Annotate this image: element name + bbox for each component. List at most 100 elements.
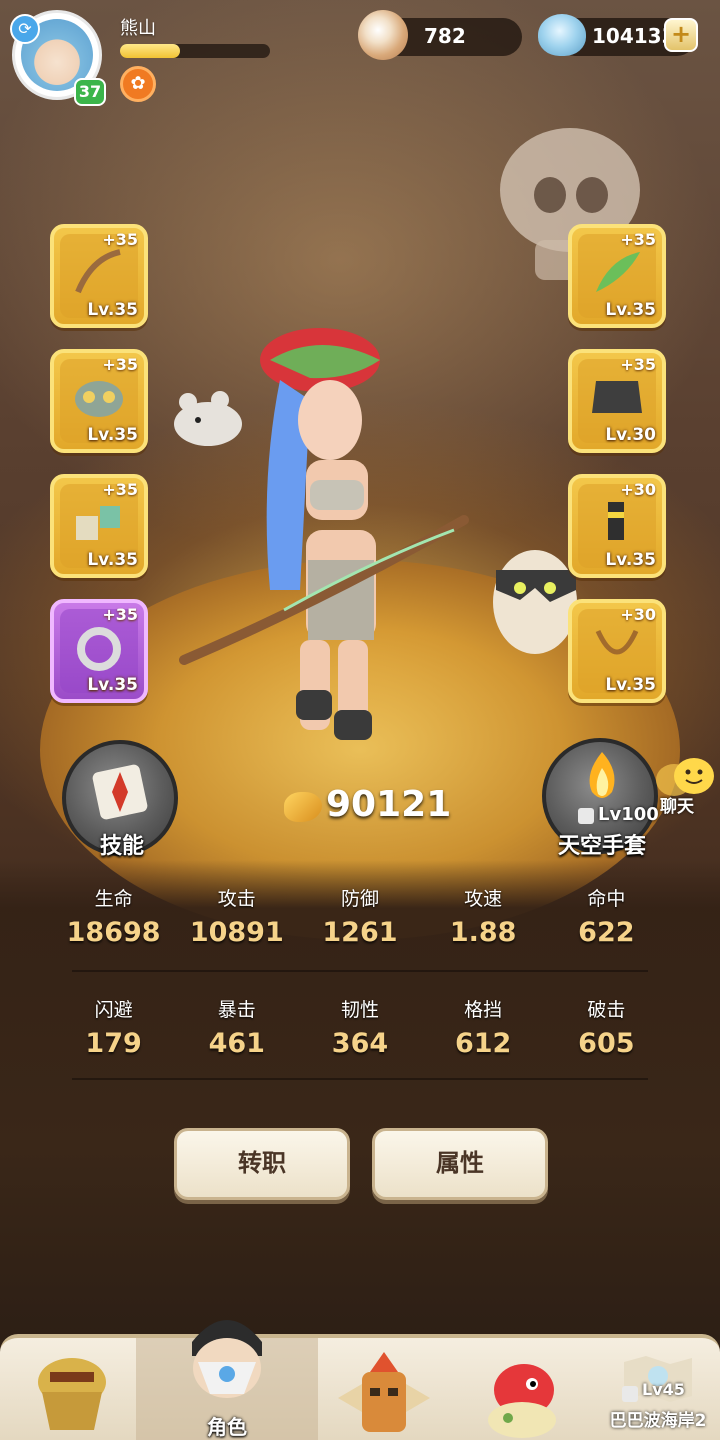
gem-icon [538,14,586,56]
stat-value: 1.88 [449,917,517,948]
nav-role-label: 角色 [207,1415,247,1439]
stat-value: 461 [208,1028,265,1059]
equip-slot-ring[interactable]: +35 Lv.35 [50,599,148,703]
region-name: 巴巴波海岸2 [609,1411,707,1431]
slot-plus: +35 [102,480,138,499]
ring-icon [77,627,121,671]
stat-value: 605 [578,1028,635,1059]
lock-icon [578,808,594,824]
stat-defense: 防御 1261 [298,884,421,948]
stat-name: 攻速 [464,888,503,910]
stat-name: 生命 [94,888,133,910]
xp-bar-fill [120,44,180,58]
tribe-chief-icon [38,1358,106,1430]
chat-button[interactable]: 聊天 [652,754,718,820]
refresh-icon: ⟳ [10,14,40,44]
player-name: 熊山 [120,18,156,39]
lock-icon [622,1386,638,1402]
stat-block: 格挡 612 [422,995,545,1059]
stat-value: 18698 [66,917,161,948]
stat-toughness: 韧性 364 [298,995,421,1059]
gloves-lock-level: Lv100 [598,804,659,825]
skirt-icon [592,381,642,413]
stat-name: 破击 [587,999,626,1021]
stat-name: 命中 [587,888,626,910]
stat-attack-speed: 攻速 1.88 [422,884,545,948]
region-lock-level: Lv45 [642,1380,685,1399]
stats-row-2: 闪避 179 暴击 461 韧性 364 格挡 612 破击 605 [52,995,668,1059]
stats-row-1: 生命 18698 攻击 10891 防御 1261 攻速 1.88 命中 622 [52,884,668,948]
stat-name: 闪避 [94,999,133,1021]
stat-name: 攻击 [217,888,256,910]
job-change-button[interactable]: 转职 [174,1128,350,1200]
slot-plus: +35 [102,230,138,249]
skill-icon [92,764,148,820]
bow-weapon [179,515,469,665]
nav-tab-tribe[interactable] [0,1338,144,1440]
stat-attack: 攻击 10891 [175,884,298,948]
stat-name: 暴击 [217,999,256,1021]
chat-label: 聊天 [660,797,694,817]
stat-value: 1261 [322,917,398,948]
attributes-button[interactable]: 属性 [372,1128,548,1200]
slot-plus: +35 [620,230,656,249]
stat-dodge: 闪避 179 [52,995,175,1059]
equip-slot-weapon[interactable]: +35 Lv.35 [50,224,148,328]
add-gems-button[interactable]: + [664,18,698,52]
feather-icon [596,252,640,292]
nav-tab-pet[interactable] [456,1338,596,1440]
necklace-icon [595,629,639,655]
stat-value: 10891 [189,917,284,948]
pearl-icon [358,10,408,60]
slot-plus: +35 [102,605,138,624]
gem-count: 104133 [592,24,676,48]
stat-value: 622 [578,917,635,948]
slot-plus: +30 [620,605,656,624]
equip-slot-boots[interactable]: +30 Lv.35 [568,474,666,578]
stats-divider [72,970,648,972]
slot-level: Lv.35 [605,675,656,695]
equip-slot-accessory[interactable]: +35 Lv.35 [568,224,666,328]
stat-name: 防御 [340,888,379,910]
stat-accuracy: 命中 622 [545,884,668,948]
nav-tab-totem[interactable] [312,1338,456,1440]
nav-tab-role[interactable]: 角色 [136,1320,318,1440]
player-level-badge: 37 [74,78,106,106]
bow-icon [75,249,121,294]
dinosaur-pet-icon [488,1364,556,1438]
stat-value: 179 [85,1028,142,1059]
nav-tab-region-locked[interactable]: Lv45 巴巴波海岸2 [596,1338,720,1440]
role-character-icon [192,1320,262,1398]
equip-slot-helmet[interactable]: +35 Lv.35 [50,349,148,453]
sky-gloves-label: 天空手套 [557,834,646,859]
bottom-nav: 角色 Lv45 巴巴波海岸2 [0,1320,720,1440]
vip-icon[interactable]: ✿ [120,66,156,102]
slot-level: Lv.35 [605,550,656,570]
stat-value: 364 [331,1028,389,1059]
stat-penetration: 破击 605 [545,995,668,1059]
slot-level: Lv.35 [87,550,138,570]
slot-plus: +35 [620,355,656,374]
hamster-decoration [174,391,242,446]
equip-slot-pants[interactable]: +35 Lv.30 [568,349,666,453]
armor-pieces-icon [76,506,120,540]
slot-level: Lv.35 [87,425,138,445]
stat-crit: 暴击 461 [175,995,298,1059]
xp-bar [120,44,270,58]
stat-value: 612 [454,1028,512,1059]
stat-name: 韧性 [340,999,379,1021]
slot-level: Lv.35 [605,300,656,320]
campfire-icon [589,752,615,798]
totem-icon [338,1352,430,1432]
stats-divider [72,1078,648,1080]
equip-slot-necklace[interactable]: +30 Lv.35 [568,599,666,703]
slot-level: Lv.35 [87,300,138,320]
stat-name: 格挡 [464,999,503,1021]
slot-plus: +35 [102,355,138,374]
pearl-count: 782 [424,24,466,48]
skill-label: 技能 [99,834,144,859]
owl-mask-icon [75,381,123,417]
slot-plus: +30 [620,480,656,499]
slot-level: Lv.35 [87,675,138,695]
equip-slot-armor[interactable]: +35 Lv.35 [50,474,148,578]
